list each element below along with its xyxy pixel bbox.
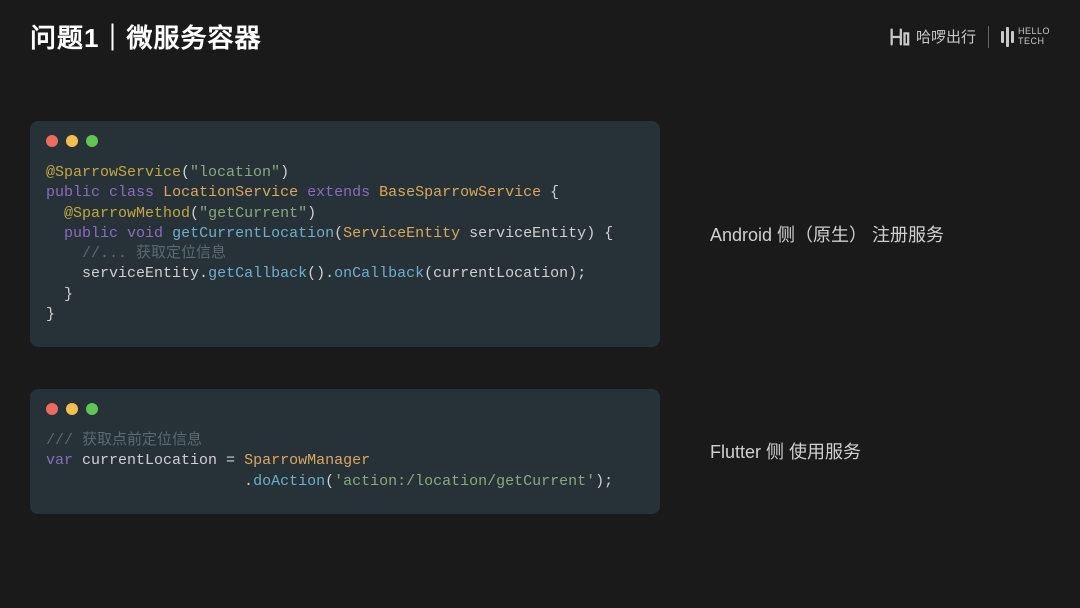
close-dot-icon	[46, 403, 58, 415]
maximize-dot-icon	[86, 403, 98, 415]
tech-logo-text: HELLO TECH	[1018, 27, 1050, 46]
slide-header: 问题1｜微服务容器 哈啰出行 HELLO TECH	[0, 0, 1080, 61]
android-caption: Android 侧（原生） 注册服务	[710, 221, 1050, 247]
android-code: @SparrowService("location") public class…	[30, 159, 660, 329]
slide-title: 问题1｜微服务容器	[30, 18, 261, 55]
maximize-dot-icon	[86, 135, 98, 147]
slide-content: @SparrowService("location") public class…	[0, 61, 1080, 534]
window-controls	[30, 389, 660, 427]
close-dot-icon	[46, 135, 58, 147]
logo-divider	[988, 26, 989, 48]
tech-logo-icon	[1001, 27, 1014, 47]
logo-group: 哈啰出行 HELLO TECH	[888, 26, 1050, 48]
hello-logo: 哈啰出行	[888, 26, 976, 48]
hello-logo-text: 哈啰出行	[916, 26, 976, 47]
flutter-code-row: /// 获取点前定位信息 var currentLocation = Sparr…	[30, 389, 1050, 514]
minimize-dot-icon	[66, 135, 78, 147]
flutter-code: /// 获取点前定位信息 var currentLocation = Sparr…	[30, 427, 660, 496]
hello-logo-icon	[888, 26, 910, 48]
window-controls	[30, 121, 660, 159]
flutter-code-block: /// 获取点前定位信息 var currentLocation = Sparr…	[30, 389, 660, 514]
minimize-dot-icon	[66, 403, 78, 415]
tech-logo: HELLO TECH	[1001, 27, 1050, 47]
android-code-block: @SparrowService("location") public class…	[30, 121, 660, 347]
android-code-row: @SparrowService("location") public class…	[30, 121, 1050, 347]
flutter-caption: Flutter 侧 使用服务	[710, 438, 1050, 464]
